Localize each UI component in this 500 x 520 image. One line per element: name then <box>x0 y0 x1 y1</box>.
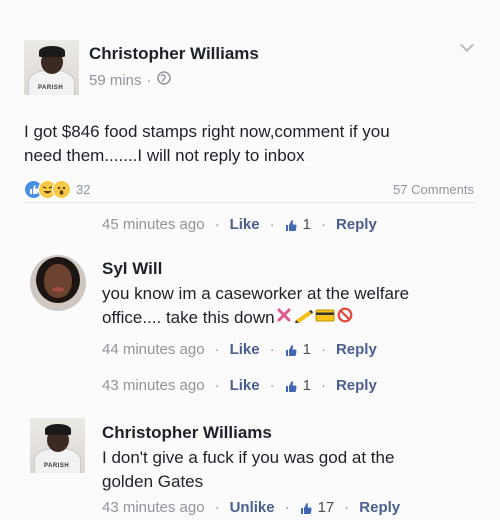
separator: · <box>344 499 350 516</box>
separator: · <box>320 377 326 394</box>
unlike-button[interactable]: Unlike <box>230 499 275 516</box>
comment-time[interactable]: 43 minutes ago <box>102 499 205 516</box>
separator: · <box>320 216 326 233</box>
thumbs-up-icon <box>285 219 298 232</box>
avatar-shirt-logo: PARISH <box>38 85 64 91</box>
separator: · <box>214 341 220 358</box>
separator: · <box>269 377 275 394</box>
comment-author-name[interactable]: Syl Will <box>102 259 162 279</box>
thumbs-up-icon <box>285 344 298 357</box>
comment-text-line-1: you know im a caseworker at the welfare <box>102 284 410 303</box>
divider <box>24 202 476 203</box>
reply-button[interactable]: Reply <box>336 341 377 358</box>
comment-author-name[interactable]: Christopher Williams <box>102 423 272 443</box>
reply-button[interactable]: Reply <box>336 377 377 394</box>
like-count: 17 <box>317 499 335 516</box>
like-button[interactable]: Like <box>230 377 260 394</box>
reply-button[interactable]: Reply <box>336 216 377 233</box>
cross-mark-icon <box>276 306 292 330</box>
like-count-badge[interactable]: 1 <box>285 341 311 358</box>
post-text-line-2: need them.......I will not reply to inbo… <box>24 146 305 165</box>
separator: · <box>284 499 290 516</box>
post-text-line-1: I got $846 food stamps right now,comment… <box>24 122 390 141</box>
like-button[interactable]: Like <box>230 216 260 233</box>
post-time[interactable]: 59 mins <box>89 72 142 89</box>
prohibited-icon <box>337 306 353 330</box>
post-text: I got $846 food stamps right now,comment… <box>24 120 484 168</box>
like-count-badge[interactable]: 17 <box>300 499 335 516</box>
like-count-badge[interactable]: 1 <box>285 377 311 394</box>
like-count: 1 <box>302 377 311 394</box>
comment-actions: 43 minutes ago · Unlike · 17 · Reply <box>102 499 400 516</box>
post-author-name[interactable]: Christopher Williams <box>89 44 259 64</box>
post-actions: 45 minutes ago · Like · 1 · Reply <box>102 216 377 233</box>
comment-text-line-2-text: office.... take this down <box>102 308 275 327</box>
comment-text: I don't give a fuck if you was god at th… <box>102 446 482 494</box>
avatar-shirt-logo: PARISH <box>44 463 70 469</box>
pencil-icon <box>294 306 314 330</box>
comment-time[interactable]: 43 minutes ago <box>102 377 205 394</box>
commenter-avatar[interactable]: PARISH <box>30 418 85 473</box>
comment-text-line-2: office.... take this down <box>102 306 482 330</box>
like-button[interactable]: Like <box>230 341 260 358</box>
comment-time[interactable]: 44 minutes ago <box>102 341 205 358</box>
separator: · <box>214 216 220 233</box>
separator: · <box>214 377 220 394</box>
meta-separator: · <box>146 71 152 89</box>
separator: · <box>320 341 326 358</box>
comment-text-line-2: golden Gates <box>102 472 204 491</box>
reply-button[interactable]: Reply <box>359 499 400 516</box>
commenter-avatar[interactable] <box>30 255 86 311</box>
thumbs-up-icon <box>300 502 313 515</box>
post-action-time[interactable]: 45 minutes ago <box>102 216 205 233</box>
wow-reaction-icon <box>52 180 71 199</box>
post-author-avatar[interactable]: PARISH <box>24 40 79 95</box>
reactions-count: 32 <box>76 182 91 197</box>
globe-icon <box>156 71 171 89</box>
post-meta: 59 mins · <box>89 71 171 89</box>
comment-text-line-1: I don't give a fuck if you was god at th… <box>102 448 395 467</box>
like-count-badge[interactable]: 1 <box>285 216 311 233</box>
chevron-down-icon[interactable] <box>459 37 475 53</box>
credit-card-icon <box>315 306 335 330</box>
like-count: 1 <box>302 216 311 233</box>
comment-actions: 43 minutes ago · Like · 1 · Reply <box>102 377 377 394</box>
like-count: 1 <box>302 341 311 358</box>
comments-count[interactable]: 57 Comments <box>393 182 474 197</box>
comment-text: you know im a caseworker at the welfare … <box>102 282 482 330</box>
comment-actions: 44 minutes ago · Like · 1 · Reply <box>102 341 377 358</box>
thumbs-up-icon <box>285 380 298 393</box>
separator: · <box>269 216 275 233</box>
reactions-summary[interactable]: 32 <box>24 180 124 202</box>
separator: · <box>269 341 275 358</box>
separator: · <box>214 499 220 516</box>
